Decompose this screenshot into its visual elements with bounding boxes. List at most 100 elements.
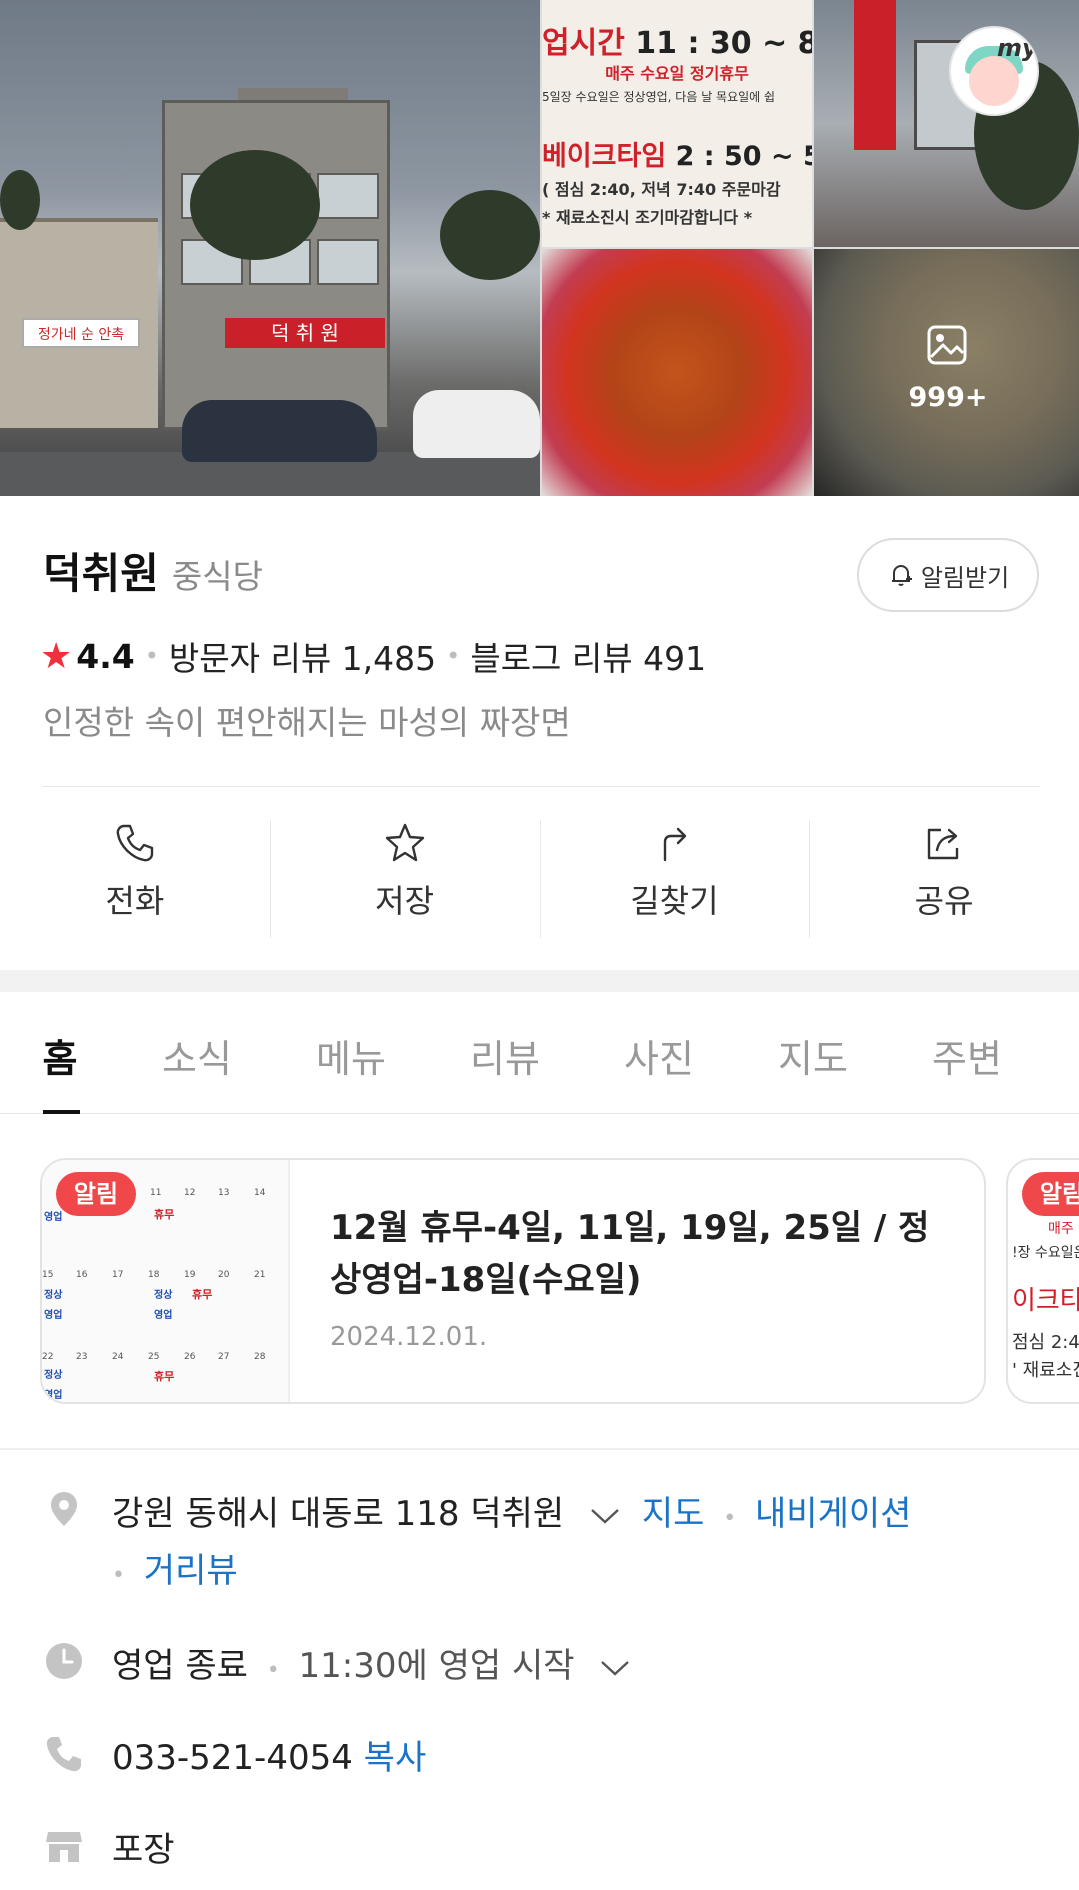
notice-peek-text: 매주: [1048, 1221, 1074, 1237]
phone-icon: [46, 1737, 81, 1772]
sign-hours-time: 11 : 30 ~ 8 : 4: [635, 26, 812, 61]
service-row: 포장: [43, 1824, 175, 1876]
place-name: 덕취원: [43, 549, 159, 598]
save-button[interactable]: 저장: [269, 812, 540, 942]
calendar-open-mark: 영업: [154, 1310, 173, 1321]
title-row: 덕취원 중식당: [43, 540, 263, 601]
sign-break-time: 2 : 50 ~ 5 :: [675, 141, 812, 172]
photo-storefront[interactable]: 정가네 순 안촉 덕 취 원: [0, 0, 540, 496]
calendar-closed-mark: 휴무: [154, 1370, 175, 1383]
sign-hours-line: 업시간 11 : 30 ~ 8 : 4: [542, 18, 812, 62]
notify-button[interactable]: 알림받기: [857, 538, 1039, 612]
share-label: 공유: [914, 882, 974, 920]
notice-peek-text: 점심 2:4: [1012, 1332, 1079, 1353]
clock-icon: [46, 1643, 82, 1679]
more-photos-overlay[interactable]: [814, 249, 1079, 496]
notice-date: 2024.12.01.: [330, 1322, 488, 1352]
hours-block: 영업 종료 • 11:30에 영업 시작: [112, 1640, 641, 1697]
star-icon: ★: [40, 635, 73, 677]
place-category: 중식당: [171, 557, 264, 596]
separator-dot: •: [446, 642, 461, 670]
visitor-reviews-link[interactable]: 방문자 리뷰 1,485: [169, 632, 436, 680]
notice-card[interactable]: 11 12 13 14 휴무 영업 15 16 17 18 19 20 21 정…: [40, 1158, 986, 1404]
calendar-day: 26: [184, 1352, 196, 1362]
sign-note: 5일장 수요일은 정상영업, 다음 날 목요일에 쉽: [542, 90, 776, 104]
divider: [0, 1448, 1079, 1450]
call-button[interactable]: 전화: [0, 812, 270, 942]
phone-icon: [116, 824, 154, 862]
calendar-open-mark: 정상: [154, 1290, 173, 1301]
dark-car: [182, 400, 377, 462]
notify-label: 알림받기: [920, 563, 1010, 592]
directions-button[interactable]: 길찾기: [539, 812, 810, 942]
navigation-link[interactable]: 내비게이션: [755, 1494, 911, 1534]
building-window: [317, 173, 379, 219]
photo-building-closeup[interactable]: [814, 0, 1079, 247]
calendar-open-mark: 영업: [44, 1212, 63, 1223]
vertical-sign: [854, 0, 896, 150]
phone-number[interactable]: 033-521-4054: [112, 1738, 353, 1778]
star-outline-icon: [385, 823, 424, 862]
share-button[interactable]: 공유: [809, 812, 1079, 942]
address-block: 강원 동해시 대동로 118 덕취원 지도 • 내비게이션 • 거리뷰: [112, 1488, 972, 1602]
avatar: [969, 56, 1019, 106]
calendar-day: 13: [218, 1188, 230, 1198]
rating-row: ★ 4.4 • 방문자 리뷰 1,485 • 블로그 리뷰 491: [40, 632, 706, 680]
hours-row[interactable]: 영업 종료 • 11:30에 영업 시작: [43, 1640, 641, 1697]
my-profile-button[interactable]: my: [949, 26, 1039, 116]
calendar-day: 24: [112, 1352, 124, 1362]
restaurant-sign: 덕 취 원: [225, 318, 385, 348]
calendar-day: 27: [218, 1352, 230, 1362]
calendar-open-mark: 정상: [44, 1290, 63, 1301]
directions-arrow-icon: [664, 827, 687, 862]
section-gap: [0, 970, 1079, 992]
calendar-day: 12: [184, 1188, 196, 1198]
tab-nearby[interactable]: 주변: [890, 1010, 1044, 1113]
notice-peek-text: ' 재료소진: [1012, 1360, 1079, 1381]
calendar-open-mark: 정상: [44, 1370, 63, 1381]
tab-news[interactable]: 소식: [120, 1010, 274, 1113]
calendar-day: 16: [76, 1270, 88, 1280]
notice-peek-text: 이크타: [1012, 1286, 1079, 1316]
separator-dot: •: [144, 642, 159, 670]
photo-hours-sign[interactable]: 업시간 11 : 30 ~ 8 : 4 매주 수요일 정기휴무 5일장 수요일은…: [542, 0, 812, 247]
tab-map[interactable]: 지도: [736, 1010, 890, 1113]
save-label: 저장: [375, 882, 435, 920]
tab-home[interactable]: 홈: [0, 1010, 120, 1114]
notice-badge: 알림: [1022, 1172, 1079, 1216]
calendar-day: 25: [148, 1352, 160, 1362]
tab-reviews[interactable]: 리뷰: [428, 1010, 582, 1113]
sign-closed-day: 매주 수요일 정기휴무: [605, 64, 749, 83]
calendar-day: 15: [42, 1270, 54, 1280]
chevron-down-icon[interactable]: [599, 1658, 631, 1678]
restaurant-building: [162, 100, 390, 430]
calendar-day: 20: [218, 1270, 230, 1280]
photo-dish[interactable]: [542, 249, 812, 496]
tree: [190, 150, 320, 260]
phone-block: 033-521-4054 복사: [112, 1732, 426, 1784]
store-icon: [46, 1832, 82, 1862]
notice-card-next[interactable]: 알림 매주 !장 수요일은 이크타 점심 2:4 ' 재료소진: [1006, 1158, 1079, 1404]
street-view-link[interactable]: 거리뷰: [144, 1551, 238, 1591]
white-car: [413, 390, 540, 458]
notice-text: 12월 휴무-4일, 11일, 19일, 25일 / 정상영업-18일(수요일): [330, 1208, 930, 1300]
map-link[interactable]: 지도: [642, 1494, 705, 1534]
tab-bar: 홈 소식 메뉴 리뷰 사진 지도 주변: [0, 1010, 1079, 1114]
copy-phone-button[interactable]: 복사: [364, 1738, 427, 1778]
sign-early-close: * 재료소진시 조기마감합니다 *: [542, 208, 753, 227]
tree: [0, 170, 40, 230]
blog-reviews-link[interactable]: 블로그 리뷰 491: [470, 632, 706, 680]
calendar-day: 21: [254, 1270, 266, 1280]
tab-photos[interactable]: 사진: [582, 1010, 736, 1113]
image-icon: [927, 325, 967, 365]
takeout-label: 포장: [112, 1830, 175, 1870]
calendar-day: 11: [150, 1188, 162, 1198]
bell-plus-icon: [891, 565, 912, 586]
place-tagline: 인정한 속이 편안해지는 마성의 짜장면: [43, 703, 571, 742]
sign-hours-label: 업시간: [542, 26, 625, 61]
location-pin-icon: [51, 1492, 77, 1526]
tree: [440, 190, 540, 280]
neighbor-shop-sign: 정가네 순 안촉: [22, 318, 140, 348]
tab-menu[interactable]: 메뉴: [274, 1010, 428, 1113]
chevron-down-icon[interactable]: [589, 1506, 621, 1526]
